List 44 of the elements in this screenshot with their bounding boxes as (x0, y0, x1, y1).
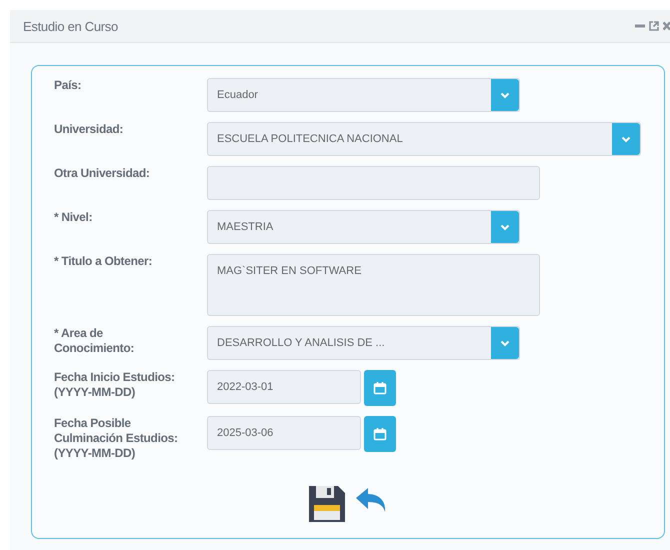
select-field[interactable]: MAESTRIA (207, 210, 520, 244)
chevron-down-icon (500, 340, 510, 346)
field-label: (YYYY-MM-DD) (54, 385, 136, 400)
field-label: Conocimiento: (54, 341, 136, 356)
field-label: Fecha Posible (54, 416, 132, 431)
field-value: 2025-03-06 (217, 427, 274, 439)
field-label: * Titulo a Obtener: (54, 254, 154, 269)
select-field[interactable]: ESCUELA POLITECNICA NACIONAL (207, 122, 641, 156)
minimize-icon[interactable] (635, 24, 645, 28)
field-label: País: (54, 78, 82, 93)
input-field[interactable] (207, 166, 540, 200)
dropdown-button[interactable] (491, 79, 519, 111)
date-field[interactable]: 2022-03-01 (207, 370, 361, 404)
field-value: ESCUELA POLITECNICA NACIONAL (217, 133, 403, 145)
field-value: 2022-03-01 (217, 381, 274, 393)
dropdown-button[interactable] (491, 211, 519, 243)
chevron-down-icon (621, 136, 631, 142)
dropdown-button[interactable] (491, 327, 519, 359)
field-label: * Area de (54, 326, 104, 341)
field-label: Culminación Estudios: (54, 431, 179, 446)
select-field[interactable]: Ecuador (207, 78, 520, 112)
date-field[interactable]: 2025-03-06 (207, 416, 361, 450)
textarea-field[interactable]: MAG`SITER EN SOFTWARE (207, 254, 540, 316)
chevron-down-icon (500, 224, 510, 230)
field-label: Fecha Inicio Estudios: (54, 370, 176, 385)
select-field[interactable]: DESARROLLO Y ANALISIS DE ... (207, 326, 520, 360)
field-value: Ecuador (217, 89, 258, 101)
field-value: MAG`SITER EN SOFTWARE (217, 265, 362, 277)
field-label: Universidad: (54, 122, 124, 137)
field-value: MAESTRIA (217, 221, 274, 233)
calendar-button[interactable] (364, 416, 396, 452)
window-title: Estudio en Curso (23, 18, 119, 34)
external-window-icon[interactable] (649, 21, 659, 31)
field-label: * Nivel: (54, 210, 94, 225)
calendar-icon (373, 381, 387, 395)
field-label: Otra Universidad: (54, 166, 151, 181)
save-button[interactable] (308, 485, 346, 523)
field-value: DESARROLLO Y ANALISIS DE ... (217, 337, 385, 349)
chevron-down-icon (500, 92, 510, 98)
dropdown-button[interactable] (612, 123, 640, 155)
calendar-icon (373, 427, 387, 441)
close-icon[interactable] (663, 21, 670, 31)
field-label: (YYYY-MM-DD) (54, 446, 136, 461)
calendar-button[interactable] (364, 370, 396, 406)
